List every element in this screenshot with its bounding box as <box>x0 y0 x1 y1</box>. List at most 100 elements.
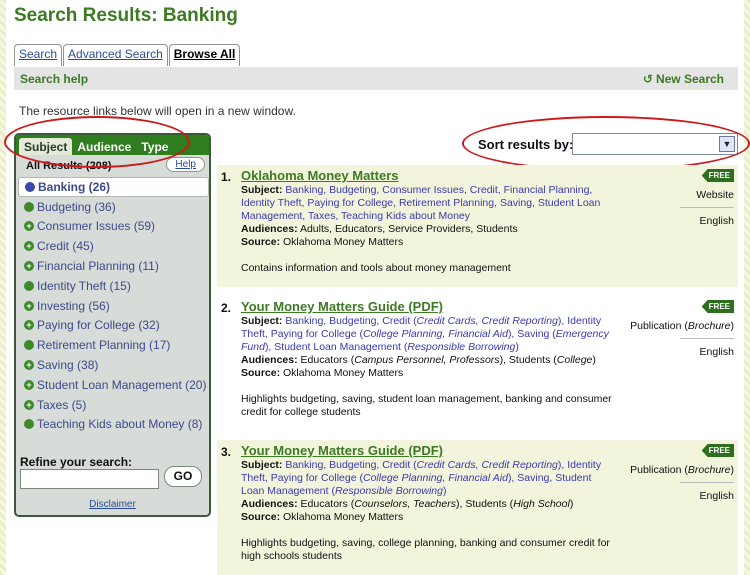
tab-advanced-search[interactable]: Advanced Search <box>63 44 168 66</box>
audiences-value: Educators (Counselors, Teachers), Studen… <box>300 498 574 510</box>
resource-type: Website <box>696 189 734 201</box>
category-item-taxes[interactable]: + Taxes (5) <box>18 395 209 415</box>
sort-label: Sort results by: <box>478 137 574 152</box>
category-item-financial-planning[interactable]: + Financial Planning (11) <box>18 256 209 276</box>
category-list: Banking (26) Budgeting (36) + Consumer Is… <box>18 177 209 434</box>
subject-links[interactable]: Banking, Budgeting, Credit (Credit Cards… <box>241 315 609 353</box>
category-item-banking[interactable]: Banking (26) <box>18 177 209 197</box>
audiences-value: Adults, Educators, Service Providers, St… <box>299 223 518 235</box>
plus-icon: + <box>24 360 34 371</box>
plus-icon: + <box>24 320 34 331</box>
help-button[interactable]: Help <box>166 157 205 172</box>
subject-links[interactable]: Banking, Budgeting, Consumer Issues, Cre… <box>241 184 600 222</box>
new-search-link[interactable]: ↺ New Search <box>643 72 724 86</box>
refine-label: Refine your search: <box>20 455 133 469</box>
right-frame-border <box>744 0 750 575</box>
separator <box>680 207 734 208</box>
refine-search-input[interactable] <box>20 469 159 489</box>
category-label: Teaching Kids about Money (8) <box>37 417 203 432</box>
refresh-icon: ↺ <box>642 72 653 86</box>
category-label: Budgeting (36) <box>37 199 116 214</box>
result-number: 2. <box>221 301 232 315</box>
result-number: 1. <box>221 170 232 184</box>
audiences-value: Educators (Campus Personnel, Professors)… <box>300 354 596 366</box>
search-help-link[interactable]: Search help <box>20 72 88 86</box>
panel-tab-subject[interactable]: Subject <box>19 138 73 155</box>
category-item-identity-theft[interactable]: Identity Theft (15) <box>18 276 209 296</box>
category-item-investing[interactable]: + Investing (56) <box>18 296 209 316</box>
subject-label: Subject: <box>241 459 283 471</box>
category-label: Paying for College (32) <box>37 318 160 333</box>
source-value: Oklahoma Money Matters <box>283 511 404 523</box>
category-item-retirement-planning[interactable]: Retirement Planning (17) <box>18 335 209 355</box>
go-button[interactable]: GO <box>164 466 202 487</box>
resource-type: Publication (Brochure) <box>630 320 734 332</box>
sub-toolbar: Search help ↺ New Search <box>14 67 738 90</box>
subject-label: Subject: <box>241 315 283 327</box>
language: English <box>699 490 734 502</box>
audiences-label: Audiences: <box>241 498 298 510</box>
tab-search[interactable]: Search <box>14 44 63 66</box>
result-description: Contains information and tools about mon… <box>241 262 511 274</box>
audiences-label: Audiences: <box>241 354 298 366</box>
left-frame-border <box>0 0 6 575</box>
chevron-down-icon[interactable]: ▼ <box>719 136 735 152</box>
free-badge-icon: FREE <box>701 300 734 313</box>
category-label: Investing (56) <box>37 298 110 313</box>
category-item-paying-for-college[interactable]: + Paying for College (32) <box>18 316 209 336</box>
category-item-budgeting[interactable]: Budgeting (36) <box>18 197 209 217</box>
new-search-label: New Search <box>655 72 724 86</box>
resource-type: Publication (Brochure) <box>630 464 734 476</box>
audiences-label: Audiences: <box>241 223 298 235</box>
result-item: 3. Your Money Matters Guide (PDF) Subjec… <box>217 440 738 575</box>
result-title-link[interactable]: Your Money Matters Guide (PDF) <box>241 299 443 314</box>
result-description: Highlights budgeting, saving, student lo… <box>241 393 612 418</box>
source-label: Source: <box>241 511 281 523</box>
panel-tab-audience[interactable]: Audience <box>72 138 136 155</box>
free-badge-icon: FREE <box>701 444 734 457</box>
tab-browse-all[interactable]: Browse All <box>168 44 241 66</box>
source-value: Oklahoma Money Matters <box>283 236 404 248</box>
category-label: Banking (26) <box>38 179 111 194</box>
sort-select[interactable]: ▼ <box>572 133 738 155</box>
main-tabs: Search Advanced Search Browse All <box>14 44 241 66</box>
category-item-teaching-kids[interactable]: Teaching Kids about Money (8) <box>18 415 209 435</box>
language: English <box>699 215 734 227</box>
category-item-consumer-issues[interactable]: + Consumer Issues (59) <box>18 217 209 237</box>
source-value: Oklahoma Money Matters <box>283 367 404 379</box>
category-item-saving[interactable]: + Saving (38) <box>18 355 209 375</box>
bullet-icon <box>24 419 34 430</box>
result-number: 3. <box>221 445 232 459</box>
page-title: Search Results: Banking <box>14 5 238 26</box>
result-details: Subject: Banking, Budgeting, Credit (Cre… <box>241 315 611 380</box>
result-description: Highlights budgeting, saving, college pl… <box>241 537 610 562</box>
plus-icon: + <box>24 241 34 252</box>
separator <box>680 338 734 339</box>
disclaimer-link[interactable]: Disclaimer <box>16 499 209 510</box>
category-label: Financial Planning (11) <box>37 259 159 274</box>
plus-icon: + <box>24 300 34 311</box>
result-title-link[interactable]: Your Money Matters Guide (PDF) <box>241 443 443 458</box>
panel-tabs: Subject Audience Type <box>16 135 209 155</box>
separator <box>680 482 734 483</box>
language: English <box>699 346 734 358</box>
plus-icon: + <box>24 399 34 410</box>
plus-icon: + <box>24 379 34 390</box>
category-label: Student Loan Management (20) <box>37 377 207 392</box>
result-item: 2. Your Money Matters Guide (PDF) Subjec… <box>217 296 738 430</box>
category-item-credit[interactable]: + Credit (45) <box>18 236 209 256</box>
bullet-icon <box>24 340 34 351</box>
panel-tab-type[interactable]: Type <box>136 138 173 155</box>
bullet-icon <box>25 181 35 192</box>
intro-text: The resource links below will open in a … <box>19 104 296 118</box>
all-results-count: All Results (208) <box>26 160 112 172</box>
subject-links[interactable]: Banking, Budgeting, Credit (Credit Cards… <box>241 459 601 497</box>
result-details: Subject: Banking, Budgeting, Consumer Is… <box>241 184 611 249</box>
plus-icon: + <box>24 261 34 272</box>
plus-icon: + <box>24 221 34 232</box>
subject-label: Subject: <box>241 184 283 196</box>
source-label: Source: <box>241 367 281 379</box>
free-badge-icon: FREE <box>701 169 734 182</box>
result-title-link[interactable]: Oklahoma Money Matters <box>241 168 399 183</box>
category-item-student-loan-management[interactable]: + Student Loan Management (20) <box>18 375 209 395</box>
